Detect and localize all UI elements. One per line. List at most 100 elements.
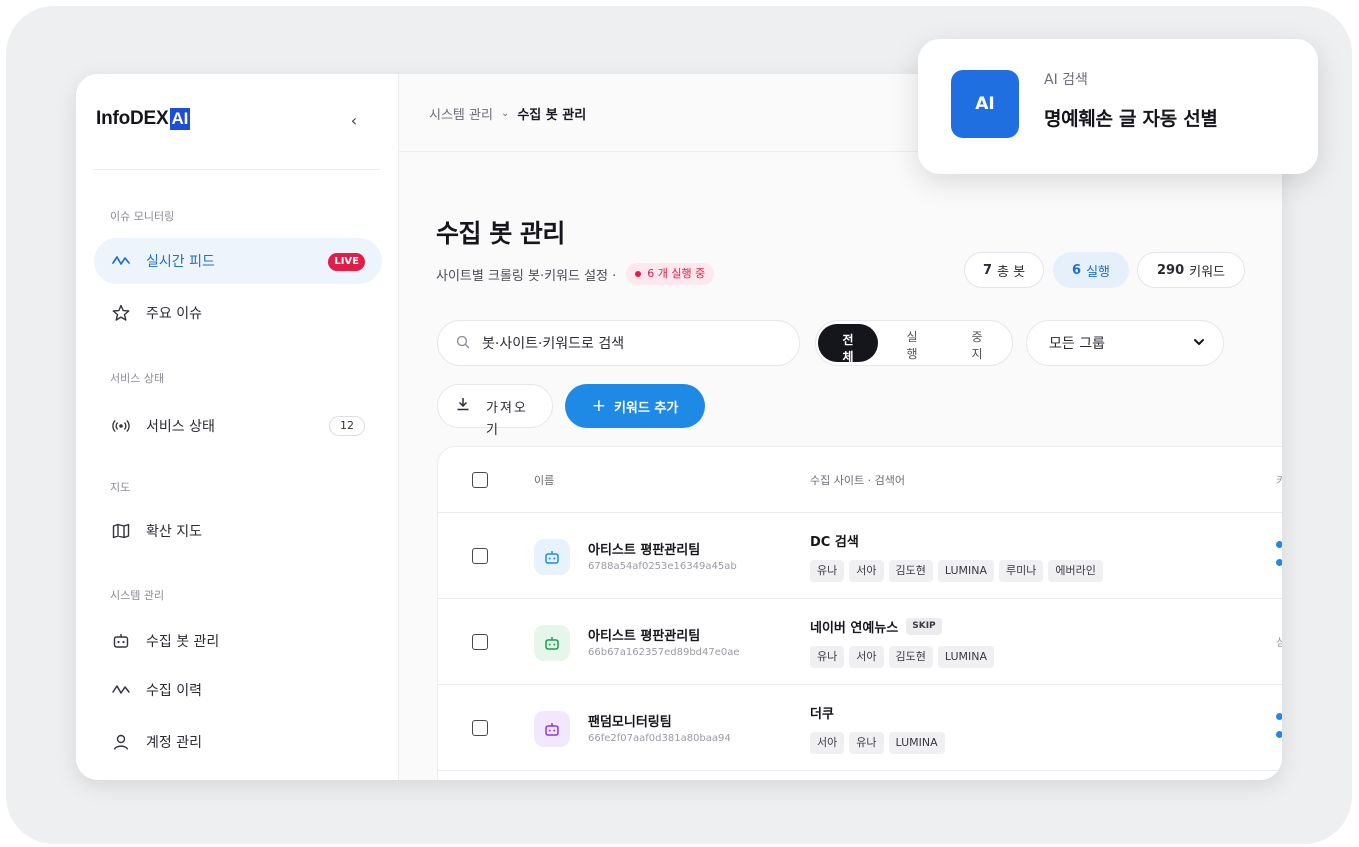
import-button[interactable]: 가져오기 [437,384,553,438]
chevron-left-icon: ‹ [350,110,358,130]
map-icon [111,521,131,541]
count-badge: 12 [329,416,365,436]
ai-card-label: AI 검색 [1044,72,1088,88]
running-label: 6 개 실행 중 [647,267,706,280]
status-filter-segmented: 전체 실행 중지 [815,320,1013,366]
stat-label: 실행 [1086,264,1110,280]
bot-table: 이름 수집 사이트 · 검색어 키 아티스트 평판관리팀 6788a54af02… [437,446,1282,780]
row-checkbox[interactable] [472,548,488,564]
keyword-tag: 김도현 [888,560,933,582]
truncated-cell: 심 [1276,634,1282,650]
sidebar-item-spread-map[interactable]: 확산 지도 [94,508,382,554]
keyword-tag: 서아 [810,732,845,754]
ai-badge-icon: AI [951,70,1019,138]
stat-keywords: 290 키워드 [1137,252,1245,288]
keyword-tag: 유나 [810,646,845,668]
stat-label: 총 봇 [996,264,1026,280]
running-status-pill: 6 개 실행 중 [626,263,715,285]
add-keyword-button[interactable]: + 키워드 추가 [565,384,705,428]
keyword-tag: 루미나 [999,560,1044,582]
page-title: 수집 봇 관리 [436,219,565,248]
site-label: 더쿠 [810,707,834,722]
star-icon [111,303,131,323]
group-select-value: 모든 그룹 [1049,336,1105,352]
keyword-tags: 서아 유나 LUMINA [810,732,950,754]
stat-running: 6 실행 [1053,252,1129,288]
row-checkbox[interactable] [472,634,488,650]
bot-id: 66fe2f07aaf0d381a80baa94 [588,733,731,744]
sidebar-item-crawler-bots[interactable]: 수집 봇 관리 [94,618,382,664]
broadcast-icon [111,416,131,436]
divider [94,169,380,170]
sidebar-item-crawl-history[interactable]: 수집 이력 [94,667,382,713]
stat-value: 6 [1072,262,1082,278]
sidebar-item-key-issues[interactable]: 주요 이슈 [94,290,382,336]
add-keyword-label: 키워드 추가 [613,400,679,416]
table-row[interactable]: 팬덤모니터링팀 66fe2f07aaf0d381a80baa94 더쿠 서아 유… [438,685,1282,771]
bot-icon [111,631,131,651]
section-label-service-status: 서비스 상태 [110,372,165,385]
sidebar-item-label: 계정 관리 [146,735,202,751]
sidebar-item-accounts[interactable]: 계정 관리 [94,719,382,765]
keyword-tag: 에버라인 [1048,560,1103,582]
bot-icon [534,539,570,575]
main-content: 시스템 관리 ⌄ 수집 봇 관리 수집 봇 관리 사이트별 크롤링 봇·키워드 … [399,74,1282,780]
keyword-tag: 유나 [849,732,884,754]
plus-icon: + [591,396,606,416]
import-label: 가져오기 [486,401,528,438]
group-select[interactable]: 모든 그룹 [1026,320,1224,366]
bot-name: 아티스트 평판관리팀 [588,629,701,644]
search-icon [456,335,472,351]
row-checkbox[interactable] [472,720,488,736]
keyword-tags: 유나 서아 김도현 LUMINA [810,646,999,668]
subtitle-text: 사이트별 크롤링 봇·키워드 설정 · [436,268,617,284]
sidebar-item-label: 수집 봇 관리 [146,634,220,650]
segment-label: 전체 [842,333,854,364]
sidebar-item-label: 수집 이력 [146,683,202,699]
segment-all[interactable]: 전체 [818,324,878,364]
segment-stopped[interactable]: 중지 [963,329,991,363]
keyword-tag: 김도현 [888,646,933,668]
status-dot-icon [1276,731,1282,738]
column-header-sites: 수집 사이트 · 검색어 [810,474,905,487]
section-label-issue-monitoring: 이슈 모니터링 [110,210,175,223]
keyword-tag: LUMINA [937,646,994,668]
status-dot-icon [635,271,642,277]
table-row[interactable]: 아티스트 평판관리팀 6788a54af0253e16349a45ab DC 검… [438,513,1282,599]
sidebar-item-label: 실시간 피드 [146,254,215,270]
live-badge: LIVE [328,253,365,271]
site-name: 더쿠 [810,703,834,722]
collapse-sidebar-button[interactable]: ‹ [344,110,364,130]
section-label-map: 지도 [110,481,131,494]
table-row[interactable]: 아티스트 평판관리팀 66b67a162357ed89bd47e0ae 네이버 … [438,599,1282,685]
sidebar-item-service-status[interactable]: 서비스 상태 12 [94,403,382,449]
status-dot-icon [1276,541,1282,548]
column-header-name: 이름 [534,474,555,487]
search-input[interactable]: 봇·사이트·키워드로 검색 [437,320,800,366]
section-label-system-admin: 시스템 관리 [110,589,165,602]
sidebar-item-label: 서비스 상태 [146,419,215,435]
chevron-down-icon [1193,336,1205,351]
status-dot-icon [1276,559,1282,566]
bot-icon [534,625,570,661]
keyword-tag: 서아 [849,560,884,582]
logo[interactable]: InfoDEX AI [96,108,191,130]
keyword-tag: 유나 [810,560,845,582]
sidebar-item-live-feed[interactable]: 실시간 피드 LIVE [94,238,382,284]
breadcrumb-parent[interactable]: 시스템 관리 [429,104,493,123]
breadcrumb-current: 수집 봇 관리 [517,108,587,123]
table-header: 이름 수집 사이트 · 검색어 키 [438,447,1282,513]
download-icon [456,397,470,415]
page-subtitle: 사이트별 크롤링 봇·키워드 설정 · 6 개 실행 중 [436,263,715,285]
skip-badge: SKIP [906,618,942,635]
site-label: 네이버 연예뉴스 [810,621,899,636]
sidebar-item-label: 확산 지도 [146,524,202,540]
keyword-tag: LUMINA [937,560,994,582]
chevron-down-icon: ⌄ [500,108,510,119]
segment-running[interactable]: 실행 [898,329,926,363]
app-window: InfoDEX AI ‹ 이슈 모니터링 실시간 피드 LIVE 주요 이슈 서… [76,74,1282,780]
pulse-icon [111,251,131,271]
bot-name: 팬덤모니터링팀 [588,715,672,730]
sidebar: InfoDEX AI ‹ 이슈 모니터링 실시간 피드 LIVE 주요 이슈 서… [76,74,399,780]
select-all-checkbox[interactable] [472,472,488,488]
